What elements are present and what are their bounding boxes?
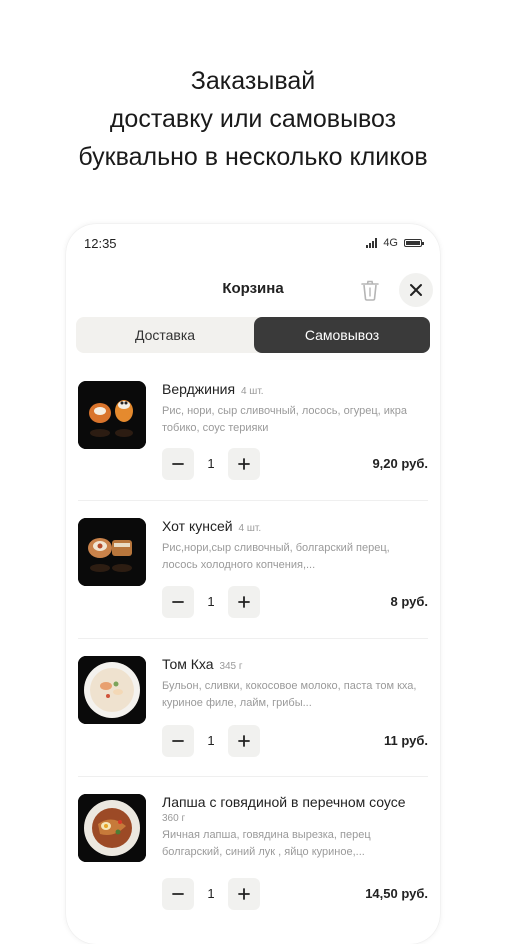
- increase-button[interactable]: [228, 448, 260, 480]
- page-title: Корзина: [222, 280, 284, 297]
- item-info: Верджиния 4 шт. Рис, нори, сыр сливочный…: [162, 381, 428, 437]
- item-price: 11 руб.: [384, 733, 428, 748]
- product-image: [78, 794, 146, 862]
- minus-icon: [172, 740, 184, 742]
- tab-pickup[interactable]: Самовывоз: [254, 317, 430, 353]
- quantity-stepper: 1 8 руб.: [162, 586, 428, 618]
- decrease-button[interactable]: [162, 878, 194, 910]
- item-portion: 4 шт.: [238, 523, 262, 534]
- item-description: Рис,нори,сыр сливочный, болгарский перец…: [162, 542, 390, 571]
- item-count: 1: [207, 886, 215, 901]
- divider: [78, 500, 428, 501]
- promo-line-2: доставку или самовывоз: [109, 105, 397, 133]
- item-info: Хот кунсей 4 шт. Рис,нори,сыр сливочный,…: [162, 518, 428, 574]
- plus-icon: [238, 458, 250, 470]
- item-info: Том Кха 345 г Бульон, сливки, кокосовое …: [162, 656, 428, 712]
- close-icon: [410, 284, 422, 296]
- plus-icon: [238, 735, 250, 747]
- divider: [78, 776, 428, 777]
- minus-icon: [172, 601, 184, 603]
- plus-icon: [238, 888, 250, 900]
- cart-item: Том Кха 345 г Бульон, сливки, кокосовое …: [78, 656, 428, 766]
- increase-button[interactable]: [228, 878, 260, 910]
- battery-icon: [404, 239, 424, 247]
- item-count: 1: [207, 594, 215, 609]
- item-info: Лапша с говядиной в перечном соусе 360 г…: [162, 794, 428, 861]
- decrease-button[interactable]: [162, 725, 194, 757]
- item-portion: 360 г: [162, 813, 186, 824]
- item-name: Том Кха: [162, 656, 214, 672]
- promo-line-1: Заказывай: [190, 67, 316, 95]
- item-name: Лапша с говядиной в перечном соусе: [162, 794, 406, 810]
- quantity-stepper: 1 9,20 руб.: [162, 448, 428, 480]
- cart-item: Хот кунсей 4 шт. Рис,нори,сыр сливочный,…: [78, 518, 428, 628]
- minus-icon: [172, 893, 184, 895]
- promo-line-3: буквально в несколько кликов: [78, 143, 428, 171]
- divider: [78, 638, 428, 639]
- close-button[interactable]: [399, 273, 433, 307]
- plus-icon: [238, 596, 250, 608]
- decrease-button[interactable]: [162, 448, 194, 480]
- increase-button[interactable]: [228, 725, 260, 757]
- item-count: 1: [207, 456, 215, 471]
- status-time: 12:35: [84, 236, 117, 251]
- increase-button[interactable]: [228, 586, 260, 618]
- signal-icon: [366, 238, 378, 248]
- item-description: Яичная лапша, говядина вырезка, перец бо…: [162, 829, 371, 858]
- trash-icon[interactable]: [359, 278, 381, 302]
- delivery-mode-tabs: Доставка Самовывоз: [76, 317, 430, 353]
- network-type: 4G: [383, 237, 398, 249]
- quantity-stepper: 1 11 руб.: [162, 725, 428, 757]
- minus-icon: [172, 463, 184, 465]
- quantity-stepper: 1 14,50 руб.: [162, 878, 428, 910]
- item-portion: 4 шт.: [240, 386, 264, 397]
- phone-screen: 12:35 4G Корзина Доставка Самовывоз Верд…: [66, 224, 440, 944]
- item-name: Хот кунсей: [162, 518, 233, 534]
- decrease-button[interactable]: [162, 586, 194, 618]
- cart-item: Верджиния 4 шт. Рис, нори, сыр сливочный…: [78, 381, 428, 491]
- item-price: 9,20 руб.: [372, 456, 428, 471]
- promo-headline: Заказывай доставку или самовывоз букваль…: [0, 62, 506, 176]
- product-image: [78, 518, 146, 586]
- tab-delivery[interactable]: Доставка: [76, 317, 254, 353]
- status-bar: 12:35 4G: [84, 236, 424, 254]
- status-indicators: 4G: [366, 237, 424, 249]
- item-count: 1: [207, 733, 215, 748]
- item-description: Бульон, сливки, кокосовое молоко, паста …: [162, 680, 417, 709]
- product-image: [78, 656, 146, 724]
- item-description: Рис, нори, сыр сливочный, лосось, огурец…: [162, 405, 407, 434]
- product-image: [78, 381, 146, 449]
- cart-item: Лапша с говядиной в перечном соусе 360 г…: [78, 794, 428, 924]
- item-price: 14,50 руб.: [365, 886, 428, 901]
- item-portion: 345 г: [219, 661, 243, 672]
- item-price: 8 руб.: [390, 594, 428, 609]
- item-name: Верджиния: [162, 381, 236, 397]
